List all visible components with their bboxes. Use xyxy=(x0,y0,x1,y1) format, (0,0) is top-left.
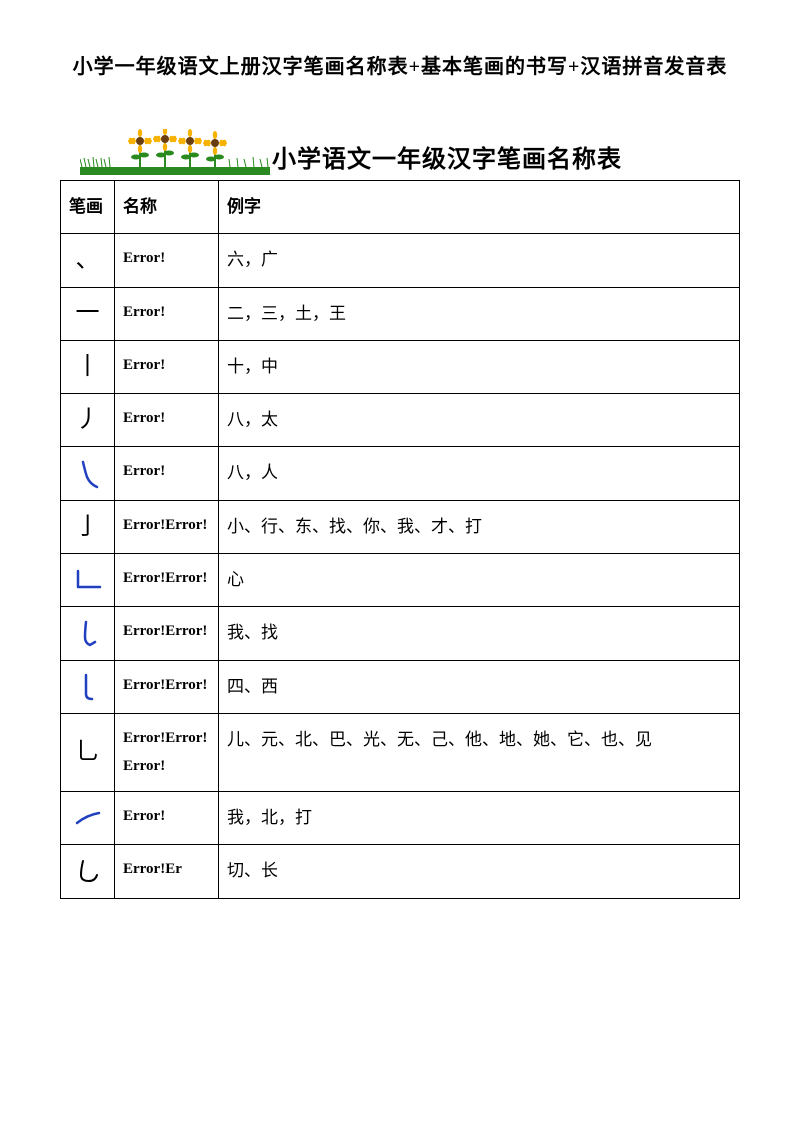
header-stroke: 笔画 xyxy=(61,181,115,234)
example-cell: 八，人 xyxy=(219,447,740,500)
name-cell: Error!Er xyxy=(115,845,219,898)
stroke-cell xyxy=(61,845,115,898)
header-example: 例字 xyxy=(219,181,740,234)
header-name: 名称 xyxy=(115,181,219,234)
name-cell: Error!Error! xyxy=(115,554,219,607)
stroke-cell xyxy=(61,447,115,500)
stroke-cell: 丨 xyxy=(61,340,115,393)
page-title: 小学一年级语文上册汉字笔画名称表+基本笔画的书写+汉语拼音发音表 xyxy=(60,50,740,79)
section-title: 小学语文一年级汉字笔画名称表 xyxy=(270,139,622,180)
table-row: 一Error!二，三，土，王 xyxy=(61,287,740,340)
stroke-table: 笔画 名称 例字 、Error!六，广一Error!二，三，土，王丨Error!… xyxy=(60,180,740,899)
example-cell: 六，广 xyxy=(219,234,740,287)
name-cell: Error! xyxy=(115,234,219,287)
name-cell: Error! xyxy=(115,340,219,393)
stroke-cell xyxy=(61,660,115,713)
name-cell: Error!Error!Error! xyxy=(115,713,219,791)
table-row: 丨Error!十，中 xyxy=(61,340,740,393)
name-cell: Error!Error! xyxy=(115,500,219,553)
name-cell: Error! xyxy=(115,394,219,447)
example-cell: 儿、元、北、巴、光、无、己、他、地、她、它、也、见 xyxy=(219,713,740,791)
table-row: 、Error!六，广 xyxy=(61,234,740,287)
stroke-cell xyxy=(61,554,115,607)
example-cell: 十，中 xyxy=(219,340,740,393)
name-cell: Error! xyxy=(115,791,219,844)
stroke-cell: 一 xyxy=(61,287,115,340)
stroke-cell xyxy=(61,607,115,660)
name-cell: Error! xyxy=(115,287,219,340)
stroke-cell: 丿 xyxy=(61,394,115,447)
name-cell: Error! xyxy=(115,447,219,500)
flower-decoration-icon xyxy=(60,129,270,180)
table-row: Error!Er切、长 xyxy=(61,845,740,898)
table-header-row: 笔画 名称 例字 xyxy=(61,181,740,234)
table-row: 亅Error!Error!小、行、东、找、你、我、才、打 xyxy=(61,500,740,553)
example-cell: 心 xyxy=(219,554,740,607)
table-row: 丿Error!八，太 xyxy=(61,394,740,447)
table-row: 乚Error!Error!Error!儿、元、北、巴、光、无、己、他、地、她、它… xyxy=(61,713,740,791)
example-cell: 我，北，打 xyxy=(219,791,740,844)
table-row: Error!Error!我、找 xyxy=(61,607,740,660)
example-cell: 小、行、东、找、你、我、才、打 xyxy=(219,500,740,553)
example-cell: 四、西 xyxy=(219,660,740,713)
stroke-cell xyxy=(61,791,115,844)
table-row: Error!八，人 xyxy=(61,447,740,500)
table-row: Error!我，北，打 xyxy=(61,791,740,844)
table-row: Error!Error!心 xyxy=(61,554,740,607)
name-cell: Error!Error! xyxy=(115,607,219,660)
stroke-cell: 乚 xyxy=(61,713,115,791)
example-cell: 二，三，土，王 xyxy=(219,287,740,340)
stroke-cell: 、 xyxy=(61,234,115,287)
section-header-row: 小学语文一年级汉字笔画名称表 xyxy=(60,129,740,180)
example-cell: 八，太 xyxy=(219,394,740,447)
stroke-cell: 亅 xyxy=(61,500,115,553)
example-cell: 我、找 xyxy=(219,607,740,660)
table-row: Error!Error!四、西 xyxy=(61,660,740,713)
name-cell: Error!Error! xyxy=(115,660,219,713)
example-cell: 切、长 xyxy=(219,845,740,898)
